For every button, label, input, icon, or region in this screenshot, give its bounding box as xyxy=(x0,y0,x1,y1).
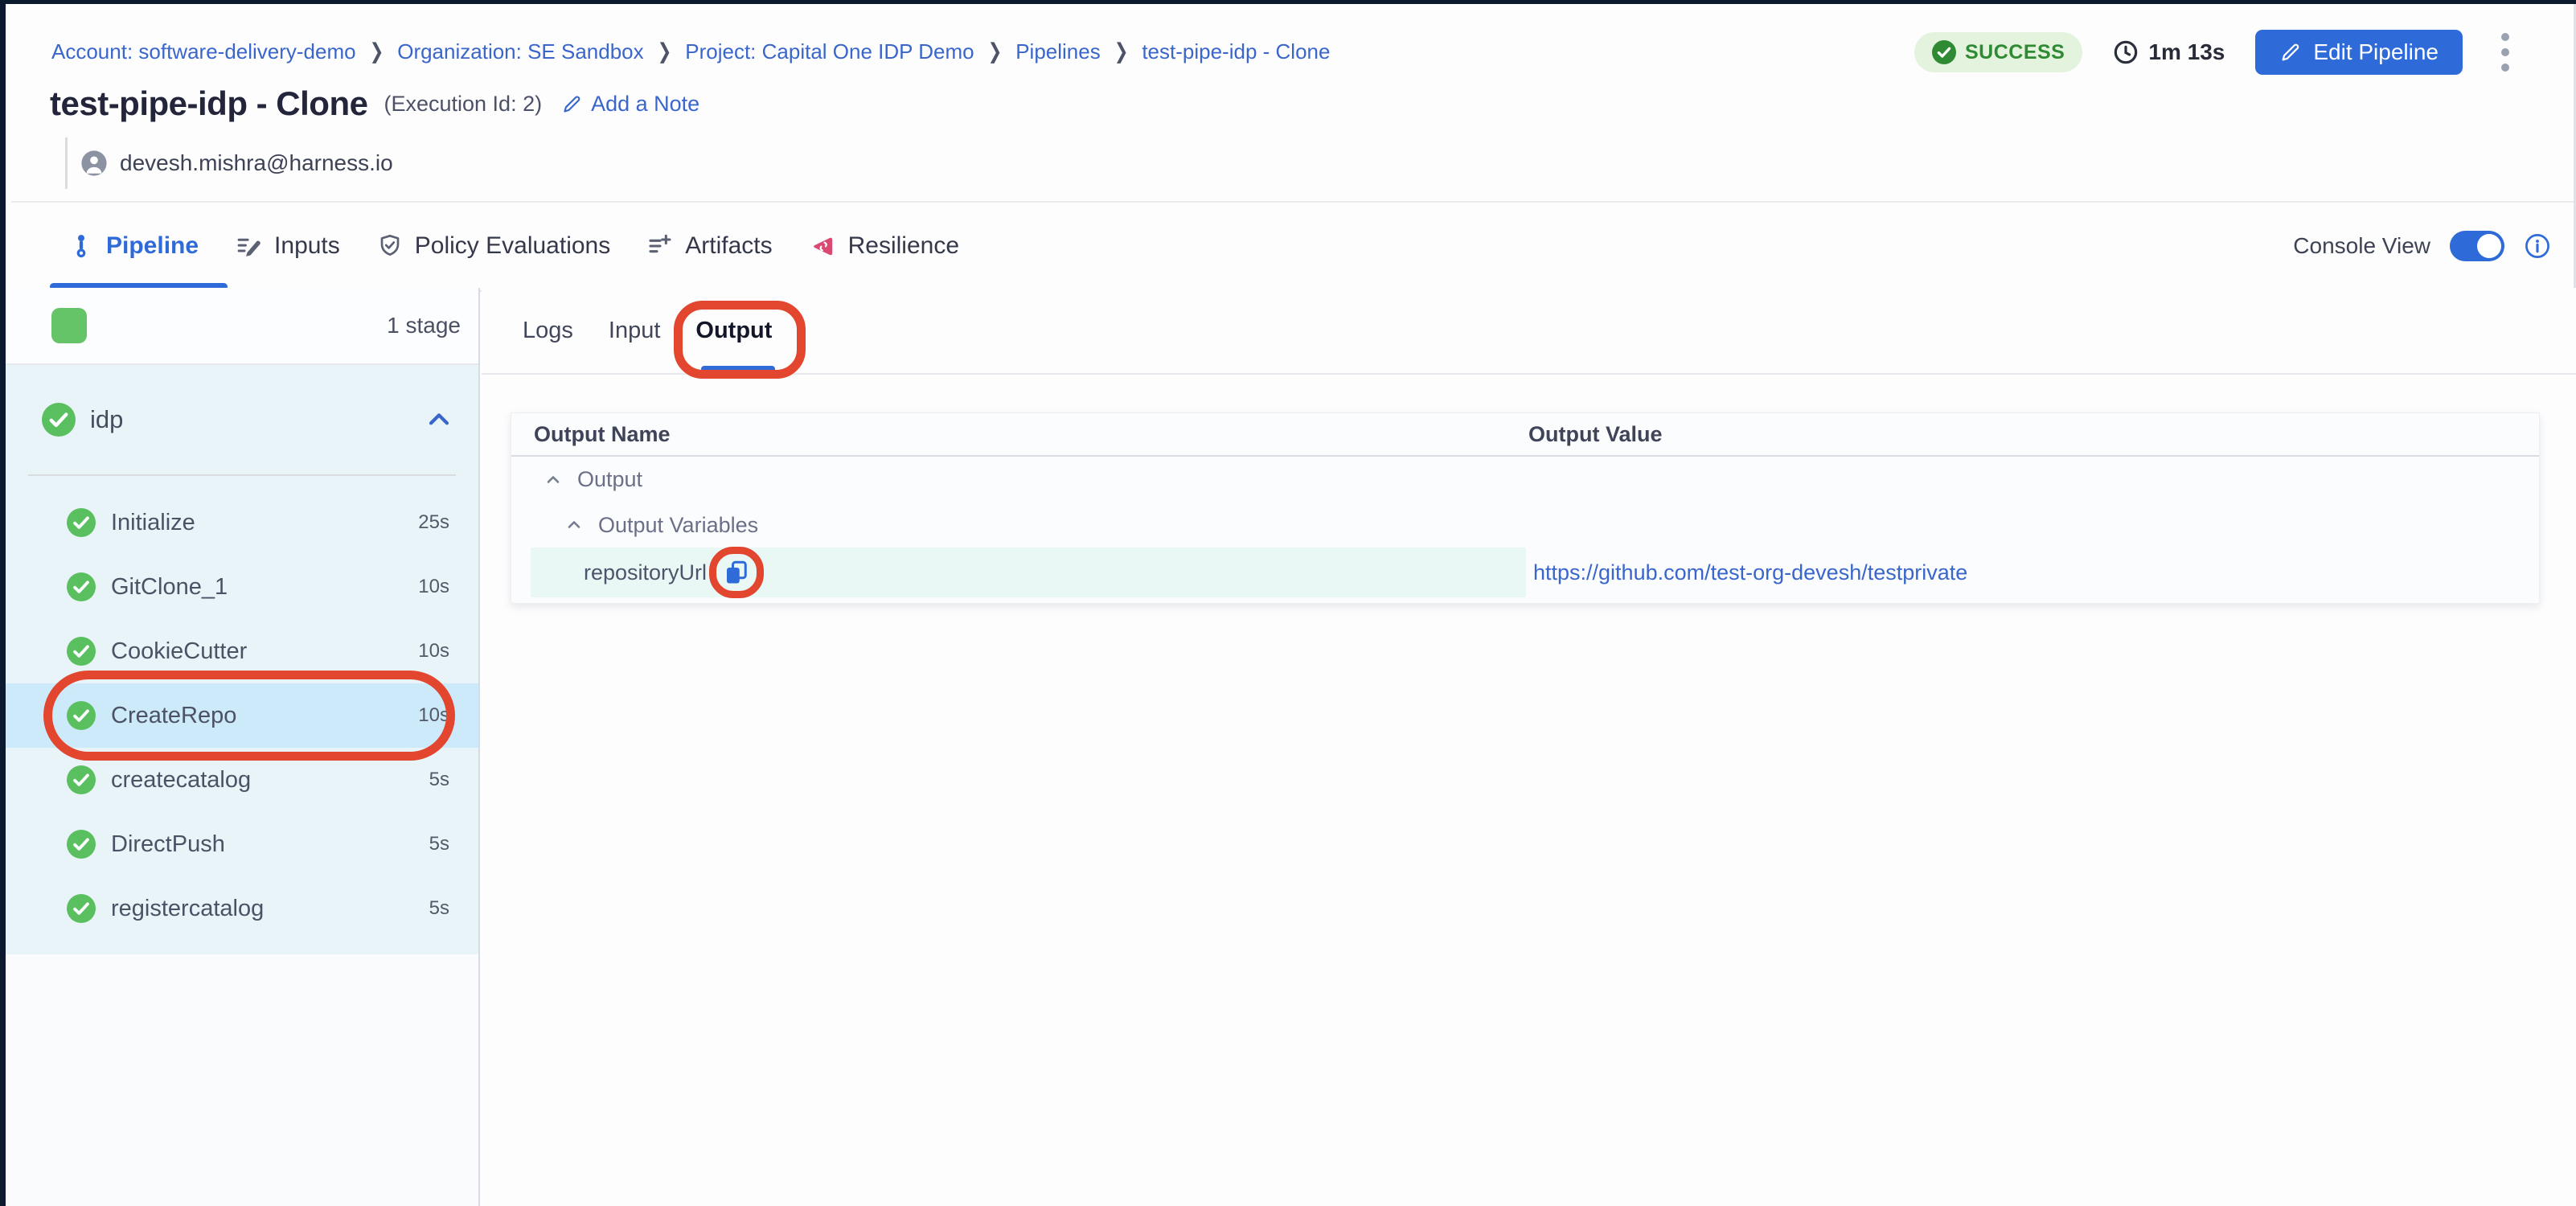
column-output-name: Output Name xyxy=(511,422,1528,447)
console-view-label: Console View xyxy=(2293,233,2430,259)
execution-duration: 1m 13s xyxy=(2113,39,2225,65)
breadcrumb-separator: ❯ xyxy=(658,39,672,64)
variable-value-link[interactable]: https://github.com/test-org-devesh/testp… xyxy=(1533,548,1967,597)
user-email: devesh.mishra@harness.io xyxy=(120,150,393,176)
tab-artifacts-label: Artifacts xyxy=(685,232,772,260)
tab-resilience-label: Resilience xyxy=(848,232,959,260)
step-detail-panel: Logs Input Output Output Name Output Val… xyxy=(482,288,2576,1206)
header-divider xyxy=(11,201,2574,203)
breadcrumb-account-link[interactable]: Account: software-delivery-demo xyxy=(51,39,356,64)
topbar-controls: SUCCESS 1m 13s Edit Pipeline xyxy=(1914,28,2517,76)
step-success-icon xyxy=(67,637,96,666)
tab-resilience[interactable]: Resilience xyxy=(810,232,959,260)
success-check-icon xyxy=(1932,40,1956,64)
step-row-initialize[interactable]: Initialize 25s xyxy=(6,490,478,555)
step-detail-tabs: Logs Input Output xyxy=(482,288,2576,375)
step-row-createcatalog[interactable]: createcatalog 5s xyxy=(6,748,478,812)
breadcrumb-org-link[interactable]: Organization: SE Sandbox xyxy=(397,39,643,64)
step-row-createrepo-selected[interactable]: CreateRepo 10s xyxy=(6,683,478,748)
pencil-icon xyxy=(2279,41,2302,64)
add-note-label: Add a Note xyxy=(591,92,699,117)
stage-group-idp[interactable]: idp xyxy=(6,365,478,474)
breadcrumb-project-link[interactable]: Project: Capital One IDP Demo xyxy=(685,39,974,64)
clock-icon xyxy=(2113,39,2139,65)
chevron-up-icon[interactable] xyxy=(564,515,584,535)
info-icon[interactable] xyxy=(2524,232,2551,260)
stage-summary-header: 1 stage xyxy=(6,288,478,365)
copy-button[interactable] xyxy=(721,557,752,588)
breadcrumb-separator: ❯ xyxy=(988,39,1003,64)
step-row-directpush[interactable]: DirectPush 5s xyxy=(6,812,478,876)
breadcrumb-separator: ❯ xyxy=(1114,39,1129,64)
duration-label: 1m 13s xyxy=(2148,39,2225,65)
console-view-control: Console View xyxy=(2293,204,2551,288)
tab-policy-evaluations[interactable]: Policy Evaluations xyxy=(377,232,610,260)
triggered-by-row: devesh.mishra@harness.io xyxy=(65,137,393,189)
step-success-icon xyxy=(67,765,96,794)
execution-nav-tabs: Pipeline Inputs Policy Evaluations Artif… xyxy=(68,204,959,288)
tab-inputs[interactable]: Inputs xyxy=(236,232,340,260)
inputs-icon xyxy=(236,233,262,260)
output-group-row[interactable]: Output xyxy=(511,457,2539,503)
tab-pipeline-label: Pipeline xyxy=(106,232,199,260)
active-detail-tab-underline xyxy=(701,366,775,372)
stage-sidebar: 1 stage idp Initialize 25s xyxy=(6,288,480,1206)
output-variables-group-label: Output Variables xyxy=(598,513,758,538)
output-group-label: Output xyxy=(577,467,642,492)
breadcrumb: Account: software-delivery-demo ❯ Organi… xyxy=(51,36,1330,67)
output-table-header: Output Name Output Value xyxy=(511,413,2539,457)
status-badge: SUCCESS xyxy=(1914,32,2082,72)
tab-inputs-label: Inputs xyxy=(274,232,340,260)
console-view-toggle[interactable] xyxy=(2450,231,2504,261)
chevron-up-icon[interactable] xyxy=(544,470,563,490)
more-options-menu[interactable] xyxy=(2493,27,2517,78)
harness-pipeline-execution-screen: Account: software-delivery-demo ❯ Organi… xyxy=(0,0,2576,1206)
step-success-icon xyxy=(67,508,96,537)
pencil-icon xyxy=(561,93,583,115)
execution-title-row: test-pipe-idp - Clone (Execution Id: 2) … xyxy=(50,84,699,123)
tab-output-active[interactable]: Output xyxy=(695,318,772,344)
column-output-value: Output Value xyxy=(1528,422,1663,447)
page-title: test-pipe-idp - Clone xyxy=(50,84,367,123)
tab-policy-evaluations-label: Policy Evaluations xyxy=(415,232,610,260)
chevron-up-icon[interactable] xyxy=(425,406,453,433)
stage-group-label: idp xyxy=(90,405,123,434)
breadcrumb-pipelines-link[interactable]: Pipelines xyxy=(1015,39,1101,64)
output-variable-name-cell: repositoryUrl xyxy=(531,548,1526,597)
step-row-cookiecutter[interactable]: CookieCutter 10s xyxy=(6,619,478,683)
output-table-card: Output Name Output Value Output Output V… xyxy=(511,412,2540,604)
toggle-knob xyxy=(2477,234,2501,258)
edit-pipeline-button[interactable]: Edit Pipeline xyxy=(2255,30,2463,75)
edit-pipeline-label: Edit Pipeline xyxy=(2313,39,2439,65)
breadcrumb-separator: ❯ xyxy=(370,39,384,64)
stage-status-square xyxy=(51,308,87,343)
output-variables-group-row[interactable]: Output Variables xyxy=(511,503,2539,548)
stage-group-panel: idp Initialize 25s GitClone_1 10s xyxy=(6,365,478,954)
resilience-icon xyxy=(810,233,836,260)
status-badge-label: SUCCESS xyxy=(1965,41,2065,64)
step-success-icon xyxy=(67,894,96,923)
pipeline-icon xyxy=(68,233,94,259)
step-list: Initialize 25s GitClone_1 10s CookieCutt… xyxy=(6,476,478,954)
tab-input[interactable]: Input xyxy=(609,318,661,344)
variable-name: repositoryUrl xyxy=(584,560,707,585)
stage-count-label: 1 stage xyxy=(387,313,461,338)
add-note-link[interactable]: Add a Note xyxy=(561,92,699,117)
step-success-icon xyxy=(67,572,96,601)
output-variable-row: repositoryUrl https://github.com/test-or… xyxy=(511,548,2539,597)
success-check-icon xyxy=(42,403,76,437)
step-row-registercatalog[interactable]: registercatalog 5s xyxy=(6,876,478,941)
execution-id-label: (Execution Id: 2) xyxy=(384,92,542,117)
step-success-icon xyxy=(67,701,96,730)
step-success-icon xyxy=(67,830,96,859)
tab-pipeline[interactable]: Pipeline xyxy=(68,232,199,260)
user-avatar-icon xyxy=(80,150,108,177)
policy-shield-icon xyxy=(377,233,403,259)
artifacts-icon xyxy=(647,233,673,259)
breadcrumb-execution-link[interactable]: test-pipe-idp - Clone xyxy=(1142,39,1330,64)
tab-logs[interactable]: Logs xyxy=(523,318,573,344)
step-row-gitclone[interactable]: GitClone_1 10s xyxy=(6,555,478,619)
tab-artifacts[interactable]: Artifacts xyxy=(647,232,772,260)
